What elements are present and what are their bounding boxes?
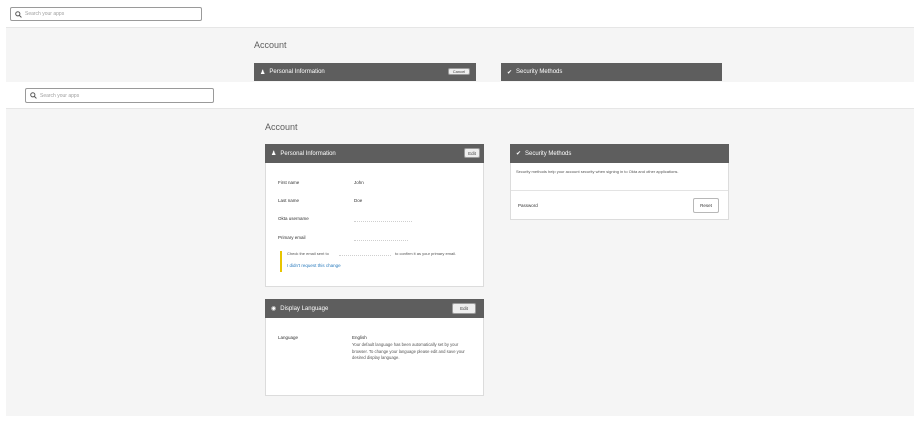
notice-accent bbox=[280, 251, 282, 272]
top-search-placeholder: Search your apps bbox=[25, 11, 65, 17]
security-header: ✔ Security Methods bbox=[510, 144, 729, 163]
language-note: Your default language has been automatic… bbox=[352, 342, 465, 360]
reset-password-button[interactable]: Reset bbox=[693, 198, 719, 213]
top-personal-info-header: ♟ Personal Information bbox=[254, 63, 476, 81]
password-label: Password bbox=[518, 203, 538, 208]
didnt-request-change-link[interactable]: I didn't request this change bbox=[287, 263, 341, 268]
top-page-title: Account bbox=[254, 40, 287, 50]
globe-icon: ◉ bbox=[271, 306, 277, 312]
personal-info-edit-button[interactable]: Edit bbox=[464, 148, 480, 158]
security-divider bbox=[511, 190, 728, 191]
top-personal-info-title: Personal Information bbox=[269, 69, 325, 75]
search-input[interactable]: Search your apps bbox=[25, 88, 214, 103]
notice-prefix: Check the email sent to bbox=[287, 251, 329, 256]
field-label: Okta username bbox=[278, 216, 309, 221]
primary-email-value bbox=[354, 236, 408, 241]
language-value: English bbox=[352, 335, 367, 340]
search-placeholder: Search your apps bbox=[40, 92, 80, 99]
search-icon bbox=[30, 92, 37, 99]
search-icon bbox=[15, 10, 22, 18]
checkmark-icon: ✔ bbox=[507, 69, 513, 76]
field-label: First name bbox=[278, 180, 300, 185]
personal-info-header: ♟ Personal Information bbox=[265, 144, 484, 163]
security-description: Security methods help your account secur… bbox=[516, 169, 679, 174]
page-title: Account bbox=[265, 122, 298, 132]
personal-info-title: Personal Information bbox=[280, 150, 336, 157]
first-name-value: John bbox=[354, 180, 364, 185]
display-language-title: Display Language bbox=[280, 305, 329, 312]
field-label: Primary email bbox=[278, 235, 306, 240]
security-title: Security Methods bbox=[525, 150, 572, 157]
display-language-edit-button[interactable]: Edit bbox=[452, 303, 476, 314]
okta-username-value bbox=[354, 217, 412, 222]
last-name-value: Doe bbox=[354, 198, 363, 203]
top-search-input[interactable]: Search your apps bbox=[10, 7, 202, 21]
top-security-header: ✔ Security Methods bbox=[501, 63, 722, 81]
user-icon: ♟ bbox=[271, 151, 277, 157]
checkmark-icon: ✔ bbox=[516, 151, 522, 157]
top-cancel-button[interactable]: Cancel bbox=[448, 68, 470, 75]
top-security-title: Security Methods bbox=[516, 69, 563, 75]
notice-suffix: to confirm it as your primary email. bbox=[395, 251, 457, 256]
field-label: Last name bbox=[278, 198, 300, 203]
user-icon: ♟ bbox=[260, 69, 266, 76]
notice-email-redacted bbox=[339, 252, 391, 256]
language-label: Language bbox=[278, 335, 299, 340]
